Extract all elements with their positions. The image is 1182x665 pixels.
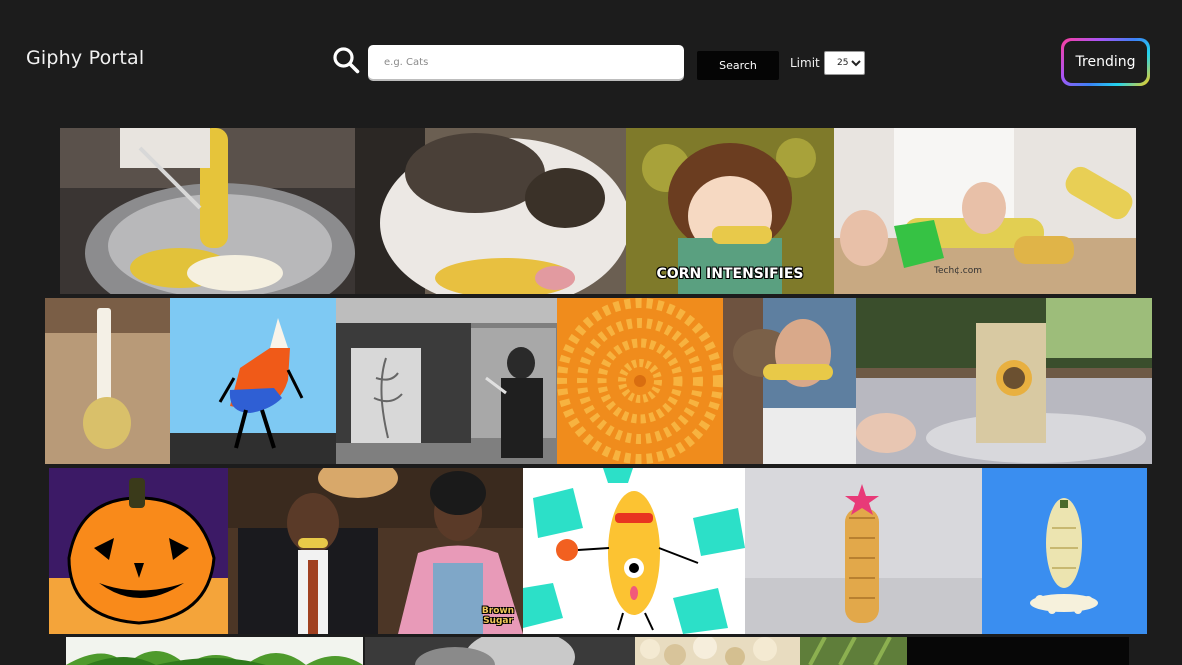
gif-corn-butter-stick[interactable] xyxy=(856,298,1152,464)
gif-anime-corn-intensifies[interactable]: CORN INTENSIFIES xyxy=(626,128,834,294)
search-icon[interactable] xyxy=(332,46,360,74)
corn-intensifies-caption: CORN INTENSIFIES xyxy=(656,266,804,282)
gif-cat-eating-corn[interactable] xyxy=(355,128,626,294)
trending-button[interactable]: Trending xyxy=(1064,41,1147,83)
gif-corn-cob-star[interactable] xyxy=(745,468,982,634)
limit-select[interactable]: 25 xyxy=(824,51,865,75)
gif-corn-cutting-bowl[interactable] xyxy=(60,128,355,294)
gif-popcorn[interactable] xyxy=(635,637,907,665)
gif-cartoon-corn-dancing[interactable] xyxy=(523,468,745,634)
gif-cornfield-leaves[interactable] xyxy=(66,637,363,665)
gif-corn-stripper-tool[interactable]: Tech¢.com xyxy=(834,128,1136,294)
gif-candy-corn-walking[interactable] xyxy=(170,298,336,464)
app-logo[interactable]: Giphy Portal xyxy=(26,47,144,69)
brown-sugar-watermark: Brown Sugar xyxy=(481,606,515,626)
trending-button-border: Trending xyxy=(1061,38,1150,86)
gif-corn-holder[interactable] xyxy=(45,298,170,464)
gif-jack-o-lantern[interactable] xyxy=(49,468,228,634)
search-button[interactable]: Search xyxy=(697,51,779,80)
gif-corn-puffs-spiral[interactable] xyxy=(557,298,723,464)
gif-dark-frame[interactable] xyxy=(907,637,1129,665)
header: Giphy Portal Search Limit 25 Trending xyxy=(0,0,1182,120)
gif-corn-chalkboard[interactable] xyxy=(336,298,557,464)
limit-label: Limit xyxy=(790,56,820,70)
gif-brown-sugar-scene[interactable]: Brown Sugar xyxy=(228,468,523,634)
gif-corn-popping-blue[interactable] xyxy=(982,468,1147,634)
search-input[interactable] xyxy=(368,45,684,79)
gif-man-eating-corn[interactable] xyxy=(723,298,856,464)
tech-watermark: Tech¢.com xyxy=(934,266,982,276)
gif-grey-portrait[interactable] xyxy=(365,637,635,665)
